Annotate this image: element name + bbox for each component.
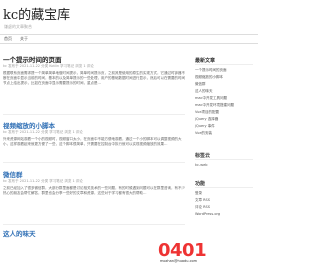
- site-header: kc的藏宝库 谦虚的文章聚合 首页 关于: [0, 0, 258, 50]
- recent-post-link[interactable]: mac中开发环境搭建问题: [195, 103, 234, 108]
- post-excerpt: 外来资源网站观看一个小的视频时，视频窗口太小，在页面中不能方便地观看，通过一个小…: [3, 137, 182, 146]
- comments-rss-link[interactable]: 评论 RSS: [195, 205, 210, 210]
- post-excerpt: 之前已经加入了很多微信群，大部分群里面都是讨论相关技术的一些问题，有的时候遇到问…: [3, 186, 185, 195]
- watermark-text: mozhan@huadu.com: [160, 259, 198, 263]
- post-title[interactable]: 一个提示时间的页面: [3, 54, 62, 64]
- tag-cloud-title: 标签云: [195, 153, 211, 159]
- divider: [195, 159, 253, 160]
- posts-rss-link[interactable]: 文章 RSS: [195, 198, 210, 203]
- wordpress-link[interactable]: WordPress.org: [195, 212, 220, 216]
- divider: [3, 114, 185, 115]
- recent-post-link[interactable]: jQuery 事件: [195, 124, 215, 129]
- recent-post-link[interactable]: 这人的味天: [195, 89, 213, 94]
- main-nav: 首页 关于: [0, 34, 258, 44]
- nav-item-home[interactable]: 首页: [4, 36, 12, 42]
- meta-widget-title: 功能: [195, 181, 206, 187]
- post-meta: kc 发布于 2021-11-22 分类 学习笔记 浏览 1 评论: [3, 179, 83, 183]
- recent-posts-title: 最新文章: [195, 58, 216, 64]
- divider: [195, 64, 253, 65]
- divider: [3, 224, 185, 225]
- divider: [195, 187, 253, 188]
- recent-post-link[interactable]: 一个提示时间的页面: [195, 68, 227, 73]
- recent-post-link[interactable]: 微信群: [195, 82, 206, 87]
- post-title[interactable]: 这人的味天: [3, 228, 36, 238]
- site-description: 谦虚的文章聚合: [4, 24, 32, 29]
- recent-post-link[interactable]: 视频缩放的小脚本: [195, 75, 223, 80]
- post-title[interactable]: 视频缩放的小脚本: [3, 120, 55, 130]
- watermark: 0401 mozhan@huadu.com: [158, 240, 258, 266]
- login-link[interactable]: 登录: [195, 191, 202, 196]
- post-excerpt: 根据联系页面需求提一个简单简单地做时间提示，简单时间提示页，之前其是使用的原生的…: [3, 71, 185, 85]
- divider: [3, 162, 185, 163]
- post-meta: kc 发布于 2021-11-22 分类 Kotlin 学习笔记 浏览 1 评论: [3, 64, 94, 68]
- tag-link[interactable]: kc-web: [195, 163, 207, 167]
- site-title[interactable]: kc的藏宝库: [3, 4, 70, 23]
- post-meta: kc 发布于 2021-11-22 分类 学习笔记 浏览 1 评论: [3, 130, 83, 134]
- recent-post-link[interactable]: Vue的安装: [195, 131, 212, 136]
- post-title[interactable]: 微信群: [3, 169, 23, 179]
- recent-post-link[interactable]: mac中开发工具问题: [195, 96, 227, 101]
- nav-item-about[interactable]: 关于: [20, 36, 28, 42]
- watermark-number: 0401: [158, 240, 207, 261]
- recent-post-link[interactable]: jQuery 选择器: [195, 117, 218, 122]
- recent-post-link[interactable]: Vue项目的配置: [195, 110, 219, 115]
